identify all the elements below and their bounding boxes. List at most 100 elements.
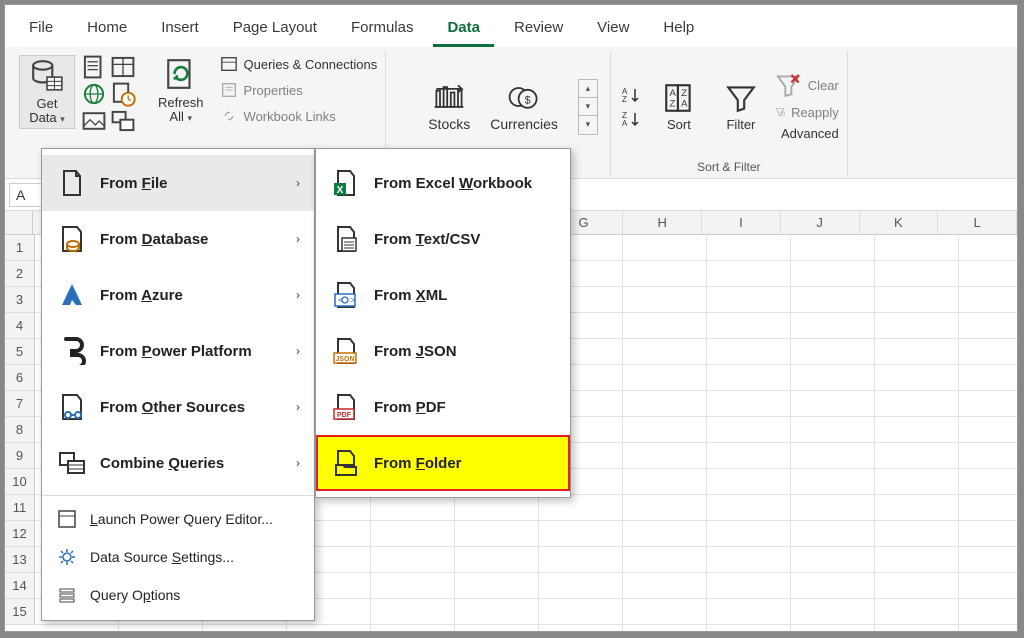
scroll-down-icon[interactable]: ▾ (579, 98, 597, 116)
row-header[interactable]: 5 (5, 339, 35, 365)
menu-from-azure[interactable]: From Azure › (42, 267, 314, 323)
menu-from-text-csv[interactable]: From Text/CSV (316, 211, 570, 267)
from-picture-icon[interactable] (81, 109, 107, 133)
sort-button[interactable]: AZZA Sort (651, 79, 707, 134)
tab-formulas[interactable]: Formulas (337, 13, 428, 47)
gear-icon (56, 546, 78, 568)
menu-from-json[interactable]: JSON From JSON (316, 323, 570, 379)
refresh-all-button[interactable]: Refresh All ▾ (152, 55, 210, 127)
menu-from-power-platform[interactable]: From Power Platform › (42, 323, 314, 379)
from-table-icon[interactable] (110, 55, 136, 79)
get-data-menu: From File › From Database › From Azure ›… (41, 148, 315, 621)
column-header[interactable]: J (781, 211, 860, 234)
chevron-right-icon: › (296, 456, 300, 470)
menu-from-folder[interactable]: From Folder (316, 435, 570, 491)
scroll-up-icon[interactable]: ▴ (579, 80, 597, 98)
recent-sources-icon[interactable] (110, 82, 136, 106)
text-file-icon (330, 223, 362, 255)
svg-text:A: A (622, 119, 628, 128)
row-header[interactable]: 11 (5, 495, 35, 521)
get-data-mini-buttons (81, 55, 136, 133)
power-query-editor-icon (56, 508, 78, 530)
row-header[interactable]: 12 (5, 521, 35, 547)
queries-connections-button[interactable]: Queries & Connections (220, 55, 378, 73)
row-header[interactable]: 15 (5, 599, 35, 625)
reapply-filter-button[interactable]: Reapply (775, 105, 839, 120)
menu-from-database[interactable]: From Database › (42, 211, 314, 267)
menu-from-xml[interactable]: <> From XML (316, 267, 570, 323)
tab-page-layout[interactable]: Page Layout (219, 13, 331, 47)
chevron-right-icon: › (296, 232, 300, 246)
tab-home[interactable]: Home (73, 13, 141, 47)
column-header[interactable]: K (860, 211, 939, 234)
workbook-links-button[interactable]: Workbook Links (220, 107, 378, 125)
svg-text:Z: Z (681, 88, 687, 99)
menu-from-other-sources[interactable]: From Other Sources › (42, 379, 314, 435)
row-header[interactable]: 1 (5, 235, 35, 261)
row-header[interactable]: 3 (5, 287, 35, 313)
tab-view[interactable]: View (583, 13, 643, 47)
row-header[interactable]: 2 (5, 261, 35, 287)
existing-connections-icon[interactable] (110, 109, 136, 133)
svg-text:$: $ (525, 94, 531, 106)
tab-help[interactable]: Help (649, 13, 708, 47)
svg-text:JSON: JSON (335, 356, 354, 363)
menu-from-file[interactable]: From File › (42, 155, 314, 211)
menu-separator (42, 495, 314, 496)
svg-text:Z: Z (622, 95, 627, 104)
menu-combine-queries[interactable]: Combine Queries › (42, 435, 314, 491)
group-sort-filter: AZ ZA AZZA Sort Filter C (611, 51, 848, 176)
chevron-right-icon: › (296, 400, 300, 414)
database-icon (56, 223, 88, 255)
row-header[interactable]: 14 (5, 573, 35, 599)
scroll-expand-icon[interactable]: ▾ (579, 116, 597, 134)
azure-icon (56, 279, 88, 311)
svg-text:X: X (337, 185, 344, 196)
column-header[interactable]: I (702, 211, 781, 234)
tab-review[interactable]: Review (500, 13, 577, 47)
row-header[interactable]: 4 (5, 313, 35, 339)
column-header[interactable]: H (623, 211, 702, 234)
tab-file[interactable]: File (15, 13, 67, 47)
from-file-submenu: X From Excel Workbook From Text/CSV <> F… (315, 148, 571, 498)
column-header[interactable]: L (938, 211, 1017, 234)
row-header[interactable]: 6 (5, 365, 35, 391)
sort-az-buttons: AZ ZA (619, 86, 645, 128)
filter-button[interactable]: Filter (713, 79, 769, 134)
sort-ascending-button[interactable]: AZ (621, 86, 643, 104)
clear-filter-button[interactable]: Clear (775, 72, 839, 99)
from-text-csv-icon[interactable] (81, 55, 107, 79)
options-icon (56, 584, 78, 606)
row-header[interactable]: 13 (5, 547, 35, 573)
select-all-corner[interactable] (5, 211, 33, 234)
row-header[interactable]: 7 (5, 391, 35, 417)
get-data-label: Get Data ▾ (29, 97, 65, 126)
combine-icon (56, 447, 88, 479)
menu-query-options[interactable]: Query Options (42, 576, 314, 614)
sort-filter-group-label: Sort & Filter (619, 158, 839, 174)
row-header[interactable]: 10 (5, 469, 35, 495)
stocks-datatype-button[interactable]: Stocks (428, 82, 470, 132)
tab-data[interactable]: Data (433, 13, 494, 47)
advanced-filter-button[interactable]: Advanced (775, 126, 839, 141)
properties-button[interactable]: Properties (220, 81, 378, 99)
currencies-datatype-button[interactable]: $ Currencies (490, 82, 558, 132)
other-sources-icon (56, 391, 88, 423)
row-headers: 1 2 3 4 5 6 7 8 9 10 11 12 13 14 15 (5, 235, 35, 632)
xml-file-icon: <> (330, 279, 362, 311)
menu-data-source-settings[interactable]: Data Source Settings... (42, 538, 314, 576)
refresh-all-label: Refresh All ▾ (158, 96, 204, 125)
tab-insert[interactable]: Insert (147, 13, 213, 47)
from-web-icon[interactable] (81, 82, 107, 106)
sort-descending-button[interactable]: ZA (621, 110, 643, 128)
menu-from-excel-workbook[interactable]: X From Excel Workbook (316, 155, 570, 211)
menu-launch-power-query[interactable]: Launch Power Query Editor... (42, 500, 314, 538)
excel-window: File Home Insert Page Layout Formulas Da… (4, 4, 1018, 632)
row-header[interactable]: 9 (5, 443, 35, 469)
folder-file-icon (330, 447, 362, 479)
data-types-scroll[interactable]: ▴ ▾ ▾ (578, 79, 598, 135)
row-header[interactable]: 8 (5, 417, 35, 443)
menu-from-pdf[interactable]: PDF From PDF (316, 379, 570, 435)
pdf-file-icon: PDF (330, 391, 362, 423)
get-data-button[interactable]: Get Data ▾ (19, 55, 75, 129)
